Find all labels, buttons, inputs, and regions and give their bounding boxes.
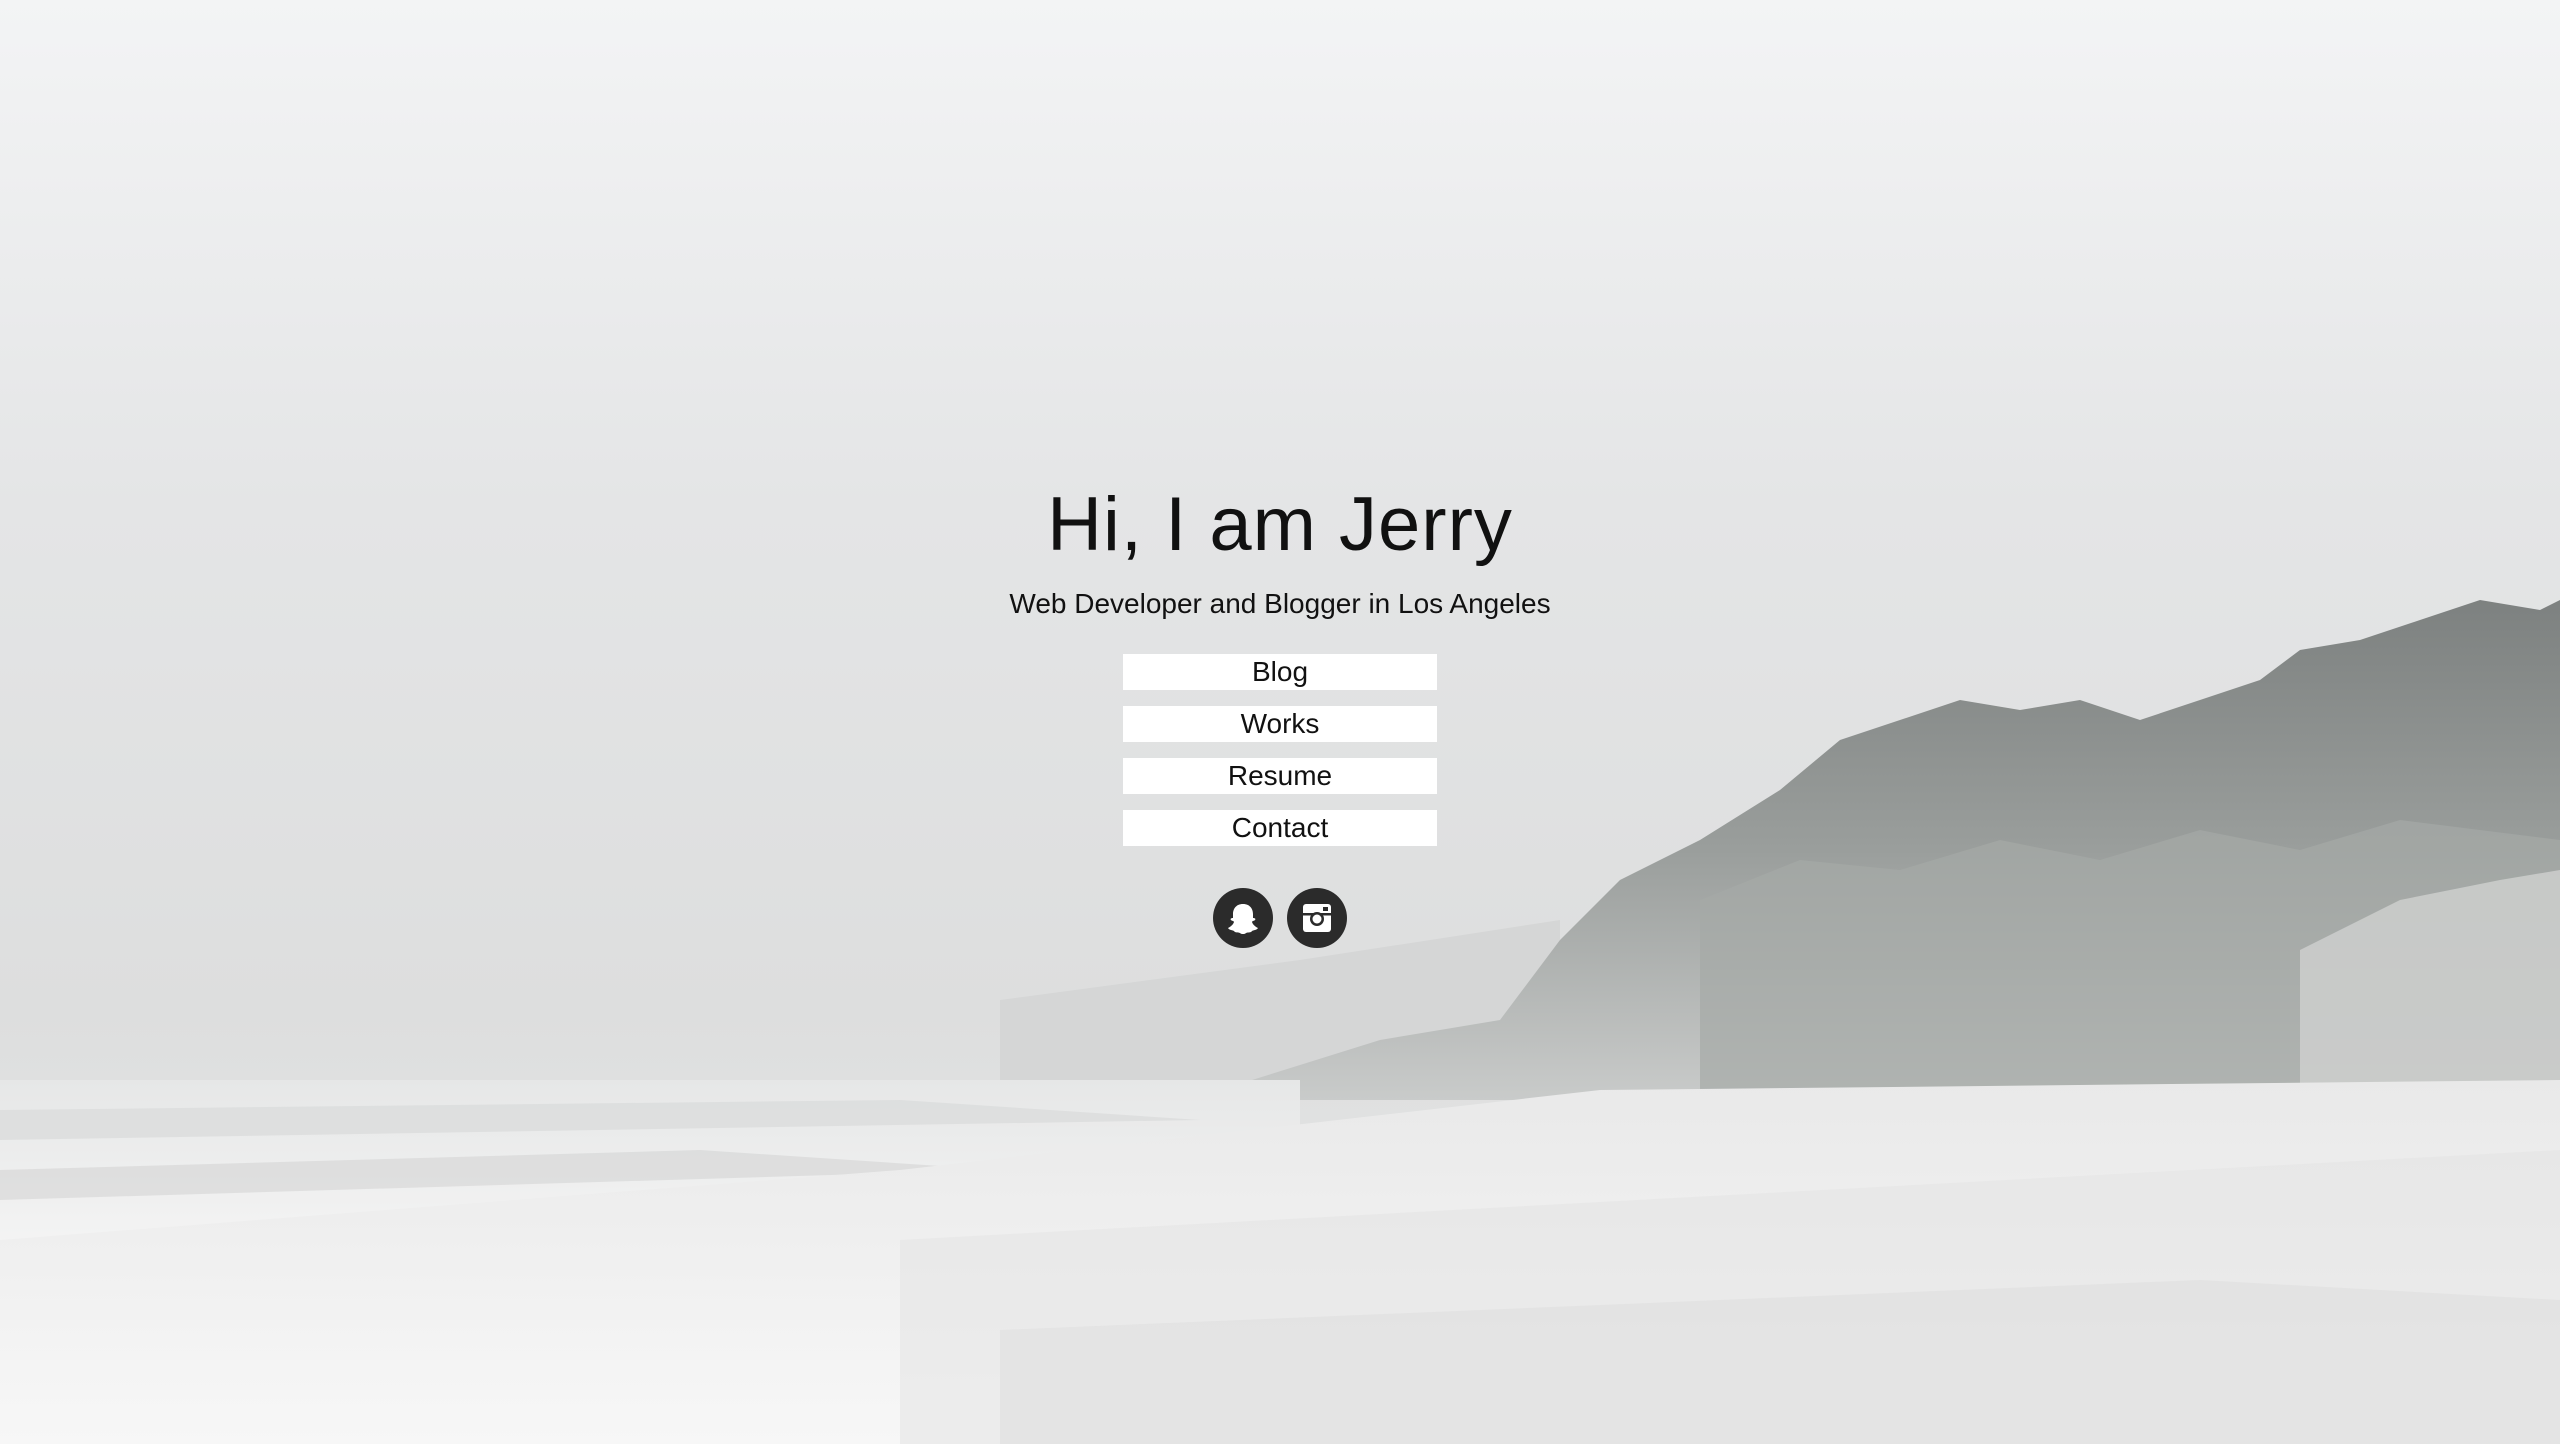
snapchat-button[interactable] (1213, 888, 1273, 948)
works-button[interactable]: Works (1123, 706, 1437, 742)
snapchat-ghost-icon (1225, 900, 1261, 936)
main-nav: Blog Works Resume Contact (1123, 654, 1437, 846)
resume-button[interactable]: Resume (1123, 758, 1437, 794)
instagram-button[interactable] (1287, 888, 1347, 948)
page: Hi, I am Jerry Web Developer and Blogger… (0, 0, 2560, 1444)
blog-button[interactable]: Blog (1123, 654, 1437, 690)
contact-button[interactable]: Contact (1123, 810, 1437, 846)
hero-title: Hi, I am Jerry (1047, 482, 1513, 567)
hero-section: Hi, I am Jerry Web Developer and Blogger… (0, 470, 2560, 948)
instagram-icon (1301, 902, 1333, 934)
hero-subtitle: Web Developer and Blogger in Los Angeles (1009, 588, 1551, 619)
social-links (0, 888, 2560, 948)
